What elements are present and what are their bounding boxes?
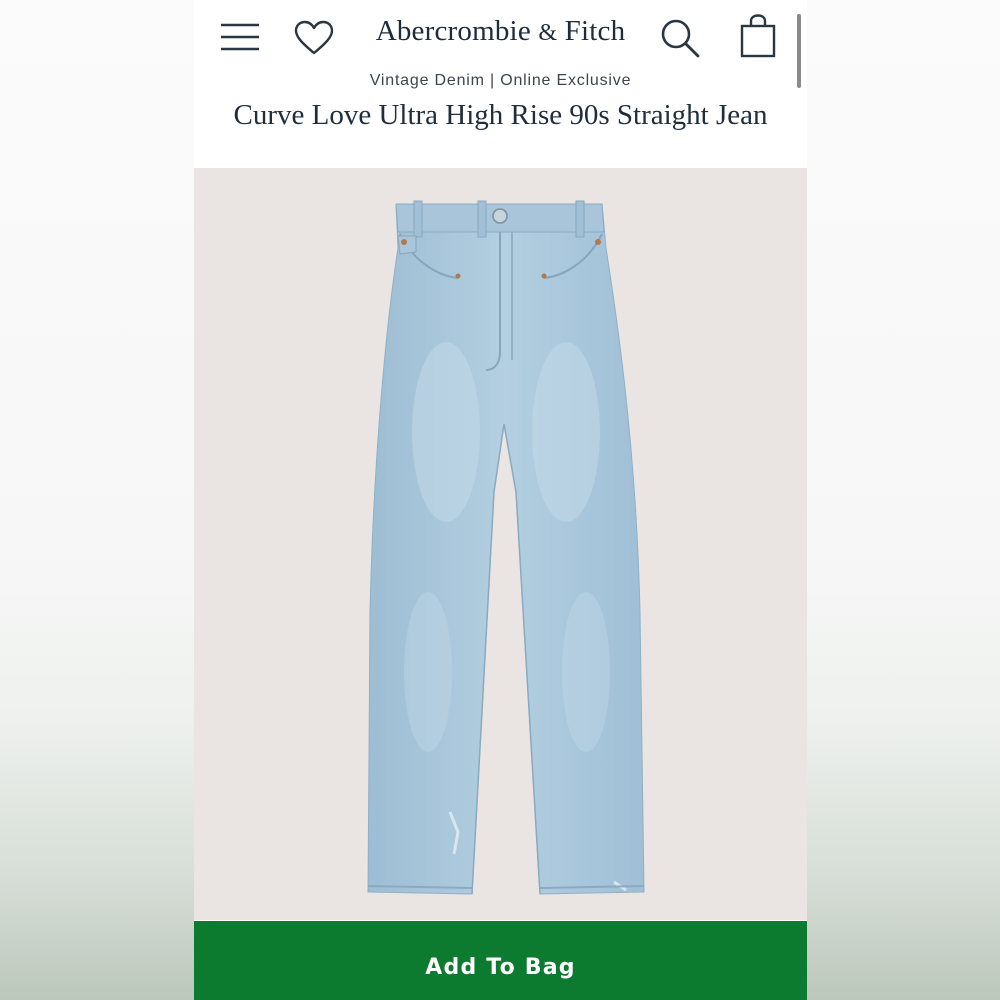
product-page: Abercrombie & Fitch Vintage Denim | Onli…	[194, 0, 807, 1000]
product-image-jeans	[367, 200, 645, 895]
product-subtitle: Vintage Denim | Online Exclusive	[369, 72, 632, 89]
brand-suffix: Fitch	[564, 15, 626, 47]
search-icon[interactable]	[660, 18, 700, 58]
left-background-panel	[0, 0, 194, 1000]
product-title: Curve Love Ultra High Rise 90s Straight …	[233, 99, 768, 131]
brand-logo[interactable]: Abercrombie & Fitch	[194, 15, 807, 48]
add-to-bag-button[interactable]: Add To Bag	[194, 921, 807, 1000]
bag-icon[interactable]	[740, 14, 776, 58]
right-background-panel	[807, 0, 1000, 1000]
brand-name: Abercrombie	[375, 15, 531, 47]
brand-ampersand: &	[538, 20, 558, 46]
top-nav: Abercrombie & Fitch	[194, 0, 807, 70]
product-image-container[interactable]	[194, 168, 807, 920]
